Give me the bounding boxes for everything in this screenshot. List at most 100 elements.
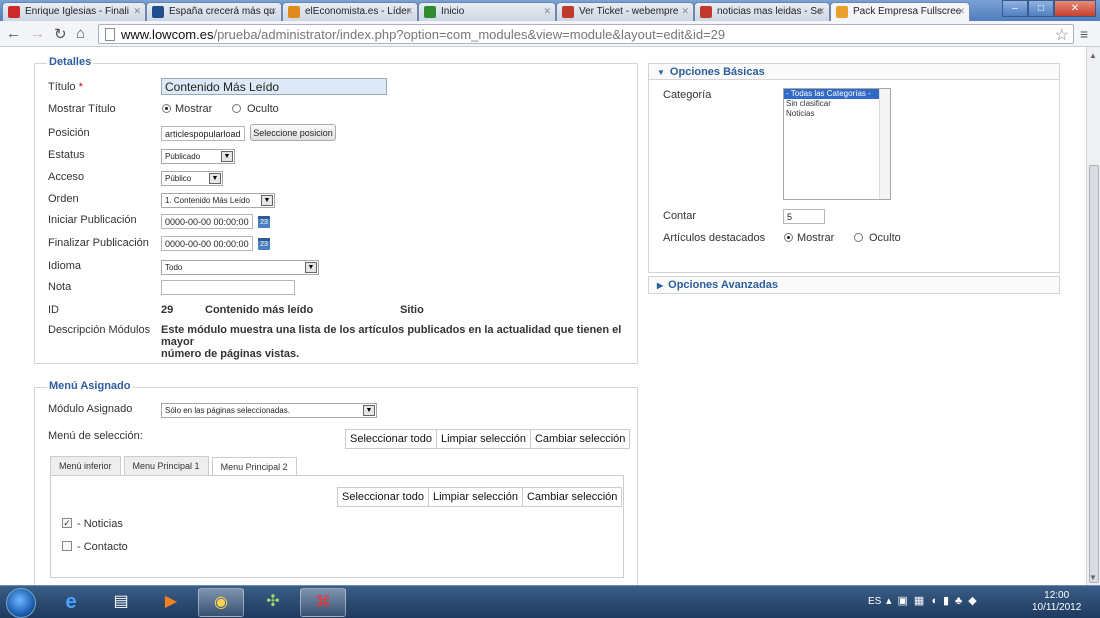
nota-input[interactable]: [161, 280, 295, 295]
close-window-button[interactable]: ✕: [1054, 0, 1096, 17]
titulo-label: Título *: [48, 81, 83, 93]
page-content: Detalles Título * Contenido Más Leído Mo…: [0, 47, 1086, 585]
browser-tab[interactable]: España crecerá más qu ✕: [146, 2, 282, 21]
list-item[interactable]: - Todas las Categorías -: [784, 89, 890, 99]
modulo-asignado-select[interactable]: Sólo en las páginas seleccionadas. ▼: [161, 403, 377, 418]
id-label: ID: [48, 304, 59, 316]
menu-icon[interactable]: ≡: [1080, 26, 1088, 42]
finalizar-publicacion-input[interactable]: 0000-00-00 00:00:00: [161, 236, 253, 251]
posicion-input[interactable]: articlespopularload: [161, 126, 245, 141]
back-icon[interactable]: ←: [6, 25, 21, 42]
idioma-select[interactable]: Todo ▼: [161, 260, 319, 275]
opciones-avanzadas-header[interactable]: ▶ Opciones Avanzadas: [649, 277, 1059, 293]
mostrar-radio[interactable]: [162, 104, 171, 113]
tab-menu-principal-2[interactable]: Menu Principal 2: [211, 457, 297, 476]
pdf-icon[interactable]: ⌘: [300, 588, 346, 617]
cambiar-seleccion-button[interactable]: Cambiar selección: [531, 430, 629, 448]
noticias-label: - Noticias: [77, 518, 123, 530]
noticias-checkbox[interactable]: ✓: [62, 518, 72, 528]
start-button[interactable]: [6, 588, 36, 618]
seleccionar-todo-button[interactable]: Seleccionar todo: [338, 488, 429, 506]
nota-label: Nota: [48, 281, 72, 293]
destacados-oculto-label: Oculto: [869, 232, 901, 244]
limpiar-seleccion-button[interactable]: Limpiar selección: [437, 430, 531, 448]
module-name: Contenido más leído: [205, 304, 314, 316]
destacados-oculto-radio[interactable]: [854, 233, 863, 242]
estatus-select[interactable]: Publicado ▼: [161, 149, 235, 164]
page-scrollbar[interactable]: ▲ ▼: [1086, 47, 1100, 585]
menu-tabs: Menú inferior Menu Principal 1 Menu Prin…: [50, 456, 300, 476]
oculto-label: Oculto: [247, 103, 279, 115]
folder-icon[interactable]: ▤: [98, 588, 144, 617]
clock[interactable]: 12:00 10/11/2012: [1032, 590, 1081, 614]
menu-tab-panel: Seleccionar todo Limpiar selección Cambi…: [50, 475, 624, 578]
tab-label: Enrique Iglesias - Finali: [25, 6, 129, 17]
browser-tab[interactable]: Ver Ticket - webempre ✕: [556, 2, 694, 21]
categoria-listbox[interactable]: - Todas las Categorías - Sin clasificar …: [783, 88, 891, 200]
tab-label: Inicio: [441, 6, 465, 17]
close-icon[interactable]: ✕: [405, 6, 413, 17]
address-bar[interactable]: www.lowcom.es/prueba/administrator/index…: [98, 24, 1074, 44]
opciones-avanzadas-panel: ▶ Opciones Avanzadas: [648, 276, 1060, 294]
home-icon[interactable]: ⌂: [76, 25, 85, 42]
close-icon[interactable]: ✕: [957, 6, 965, 17]
close-icon[interactable]: ✕: [133, 6, 141, 17]
calendar-icon[interactable]: 23: [258, 238, 270, 250]
chevron-down-icon: ▼: [221, 151, 233, 162]
seleccione-posicion-button[interactable]: Seleccione posicion: [250, 124, 336, 141]
tab-menu-inferior[interactable]: Menú inferior: [50, 456, 121, 475]
browser-tab[interactable]: noticias mas leidas - Se ✕: [694, 2, 830, 21]
w-icon: [700, 6, 712, 18]
destacados-mostrar-radio[interactable]: [784, 233, 793, 242]
bookmark-star-icon[interactable]: ☆: [1055, 25, 1069, 45]
browser-tab[interactable]: elEconomista.es - Líder ✕: [282, 2, 418, 21]
list-item[interactable]: Sin clasificar: [784, 99, 890, 109]
close-icon[interactable]: ✕: [543, 6, 551, 17]
calendar-icon[interactable]: 23: [258, 216, 270, 228]
scroll-down-icon[interactable]: ▼: [1089, 573, 1097, 582]
limpiar-seleccion-button[interactable]: Limpiar selección: [429, 488, 523, 506]
seleccionar-todo-button[interactable]: Seleccionar todo: [346, 430, 437, 448]
close-icon[interactable]: ✕: [681, 6, 689, 17]
acceso-select[interactable]: Público ▼: [161, 171, 223, 186]
reload-icon[interactable]: ↻: [54, 25, 67, 43]
titulo-input[interactable]: Contenido Más Leído: [161, 78, 387, 95]
browser-tab[interactable]: Enrique Iglesias - Finali ✕: [2, 2, 146, 21]
forward-icon[interactable]: →: [30, 25, 45, 42]
network-icon[interactable]: ✣: [250, 588, 296, 617]
window-controls: – □ ✕: [1002, 0, 1096, 17]
browser-tab-active[interactable]: Pack Empresa Fullscree ✕: [830, 2, 970, 21]
close-icon[interactable]: ✕: [269, 6, 277, 17]
list-item[interactable]: Noticias: [784, 109, 890, 119]
id-value: 29: [161, 304, 174, 316]
menu-seleccion-label: Menú de selección:: [48, 430, 143, 442]
internet-explorer-icon[interactable]: e: [48, 588, 94, 617]
minimize-button[interactable]: –: [1002, 0, 1028, 17]
opciones-basicas-header[interactable]: ▼ Opciones Básicas: [649, 64, 1059, 80]
scrollbar-thumb[interactable]: [1089, 165, 1099, 583]
chrome-icon[interactable]: ◉: [198, 588, 244, 617]
tab-label: noticias mas leidas - Se: [717, 6, 823, 17]
tab-label: Pack Empresa Fullscree: [853, 6, 962, 17]
scrollbar[interactable]: [879, 89, 890, 199]
contacto-checkbox[interactable]: [62, 541, 72, 551]
browser-tab[interactable]: Inicio ✕: [418, 2, 556, 21]
iniciar-publicacion-input[interactable]: 0000-00-00 00:00:00: [161, 214, 253, 229]
language-indicator[interactable]: ES: [868, 596, 881, 607]
modulo-asignado-label: Módulo Asignado: [48, 403, 133, 415]
tab-menu-principal-1[interactable]: Menu Principal 1: [123, 456, 209, 475]
contar-input[interactable]: 5: [783, 209, 825, 224]
orden-select[interactable]: 1. Contenido Más Leído ▼: [161, 193, 275, 208]
descripcion-text: Este módulo muestra una lista de los art…: [161, 324, 622, 360]
menu-asignado-legend: Menú Asignado: [47, 380, 133, 392]
scroll-up-icon[interactable]: ▲: [1089, 51, 1097, 60]
close-icon[interactable]: ✕: [817, 6, 825, 17]
client-value: Sitio: [400, 304, 424, 316]
cambiar-seleccion-button[interactable]: Cambiar selección: [523, 488, 621, 506]
tab-selection-buttons: Seleccionar todo Limpiar selección Cambi…: [337, 487, 623, 507]
oculto-radio[interactable]: [232, 104, 241, 113]
iniciar-publicacion-label: Iniciar Publicación: [48, 214, 137, 226]
maximize-button[interactable]: □: [1028, 0, 1054, 17]
browser-toolbar: ← → ↻ ⌂ www.lowcom.es/prueba/administrat…: [0, 21, 1100, 47]
media-player-icon[interactable]: ▶: [148, 588, 194, 617]
